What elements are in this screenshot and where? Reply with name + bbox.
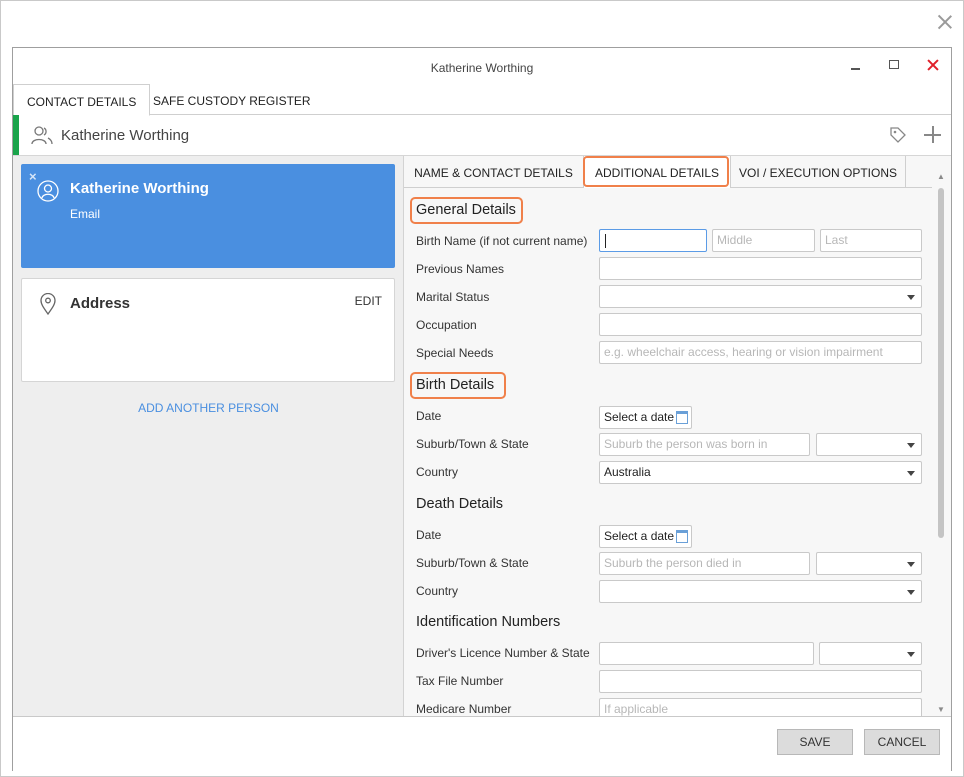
birth-date-label: Date bbox=[416, 409, 442, 423]
form-scrollbar[interactable]: ▲ ▼ bbox=[937, 170, 945, 715]
people-panel: × Katherine Worthing Email Address EDIT … bbox=[13, 156, 404, 716]
top-tab-bar: CONTACT DETAILS SAFE CUSTODY REGISTER bbox=[13, 82, 951, 116]
tax-file-number-input[interactable] bbox=[599, 670, 922, 693]
add-icon[interactable] bbox=[924, 126, 942, 144]
birth-suburb-input[interactable]: Suburb the person was born in bbox=[599, 433, 810, 456]
previous-names-input[interactable] bbox=[599, 257, 922, 280]
death-date-label: Date bbox=[416, 528, 442, 542]
death-date-picker-label: Select a date bbox=[604, 529, 675, 543]
marital-status-label: Marital Status bbox=[416, 290, 490, 304]
licence-number-input[interactable] bbox=[599, 642, 814, 665]
remove-person-icon[interactable]: × bbox=[29, 169, 37, 184]
birth-suburb-label: Suburb/Town & State bbox=[416, 437, 529, 451]
address-title: Address bbox=[70, 295, 131, 312]
window-titlebar: Katherine Worthing bbox=[13, 48, 951, 82]
person-icon bbox=[37, 180, 59, 202]
person-header: Katherine Worthing bbox=[13, 115, 951, 156]
scroll-down-icon[interactable]: ▼ bbox=[937, 706, 945, 714]
death-suburb-label: Suburb/Town & State bbox=[416, 556, 529, 570]
death-country-select[interactable] bbox=[599, 580, 922, 603]
birth-country-select[interactable]: Australia bbox=[599, 461, 922, 484]
death-country-label: Country bbox=[416, 584, 459, 598]
medicare-label: Medicare Number bbox=[416, 702, 512, 716]
death-suburb-input[interactable]: Suburb the person died in bbox=[599, 552, 810, 575]
birth-middle-name-input[interactable]: Middle bbox=[712, 229, 815, 252]
medicare-number-input[interactable]: If applicable bbox=[599, 698, 922, 716]
person-name-heading: Katherine Worthing bbox=[61, 127, 190, 144]
calendar-icon bbox=[676, 411, 688, 424]
licence-state-select[interactable] bbox=[819, 642, 922, 665]
birth-name-label: Birth Name (if not current name) bbox=[416, 234, 588, 248]
birth-last-name-input[interactable]: Last bbox=[820, 229, 922, 252]
special-needs-input[interactable]: e.g. wheelchair access, hearing or visio… bbox=[599, 341, 922, 364]
tfn-label: Tax File Number bbox=[416, 674, 504, 688]
occupation-label: Occupation bbox=[416, 318, 477, 332]
tab-voi-execution-options[interactable]: VOI / EXECUTION OPTIONS bbox=[731, 156, 906, 188]
birth-country-label: Country bbox=[416, 465, 459, 479]
birth-state-select[interactable] bbox=[816, 433, 922, 456]
people-icon bbox=[31, 126, 53, 145]
cancel-button[interactable]: CANCEL bbox=[864, 729, 940, 755]
contact-window: Katherine Worthing CONTACT DETAILS SAFE … bbox=[12, 47, 952, 771]
birth-details-heading: Birth Details bbox=[416, 377, 495, 393]
add-another-person-link[interactable]: ADD ANOTHER PERSON bbox=[13, 401, 404, 415]
scrollbar-thumb[interactable] bbox=[938, 188, 944, 538]
window-title: Katherine Worthing bbox=[430, 61, 534, 75]
general-details-heading: General Details bbox=[416, 202, 516, 218]
marital-status-select[interactable] bbox=[599, 285, 922, 308]
person-card-name: Katherine Worthing bbox=[70, 180, 209, 197]
birth-date-picker-label: Select a date bbox=[604, 410, 675, 424]
dialog-footer: SAVE CANCEL bbox=[13, 716, 951, 771]
tab-additional-details[interactable]: ADDITIONAL DETAILS bbox=[584, 156, 731, 188]
licence-label: Driver's Licence Number & State bbox=[416, 646, 590, 660]
details-tab-bar: NAME & CONTACT DETAILS ADDITIONAL DETAIL… bbox=[404, 156, 932, 188]
minimize-icon[interactable] bbox=[851, 68, 860, 70]
scroll-up-icon[interactable]: ▲ bbox=[937, 173, 945, 181]
calendar-icon bbox=[676, 530, 688, 543]
tab-name-contact-details[interactable]: NAME & CONTACT DETAILS bbox=[404, 156, 584, 188]
details-panel: NAME & CONTACT DETAILS ADDITIONAL DETAIL… bbox=[404, 156, 951, 716]
occupation-input[interactable] bbox=[599, 313, 922, 336]
save-button[interactable]: SAVE bbox=[777, 729, 853, 755]
address-card[interactable]: Address EDIT bbox=[21, 278, 395, 382]
additional-details-form: General Details Birth Name (if not curre… bbox=[404, 188, 937, 716]
special-needs-label: Special Needs bbox=[416, 346, 494, 360]
birth-date-picker[interactable]: Select a date bbox=[599, 406, 692, 429]
identification-heading: Identification Numbers bbox=[416, 614, 561, 630]
outer-close-icon[interactable] bbox=[937, 14, 953, 30]
previous-names-label: Previous Names bbox=[416, 262, 505, 276]
death-details-heading: Death Details bbox=[416, 496, 504, 512]
death-state-select[interactable] bbox=[816, 552, 922, 575]
window-close-icon[interactable] bbox=[926, 58, 940, 72]
status-bar bbox=[13, 115, 19, 155]
outer-frame: Katherine Worthing CONTACT DETAILS SAFE … bbox=[0, 0, 964, 777]
person-card[interactable]: × Katherine Worthing Email bbox=[21, 164, 395, 268]
tag-icon[interactable] bbox=[889, 126, 907, 144]
maximize-icon[interactable] bbox=[889, 60, 899, 69]
location-pin-icon bbox=[40, 293, 56, 315]
birth-first-name-input[interactable] bbox=[599, 229, 707, 252]
tab-safe-custody-register[interactable]: SAFE CUSTODY REGISTER bbox=[140, 84, 324, 116]
tab-contact-details[interactable]: CONTACT DETAILS bbox=[13, 84, 151, 116]
person-card-email: Email bbox=[70, 207, 101, 221]
death-date-picker[interactable]: Select a date bbox=[599, 525, 692, 548]
address-edit-link[interactable]: EDIT bbox=[355, 294, 382, 308]
